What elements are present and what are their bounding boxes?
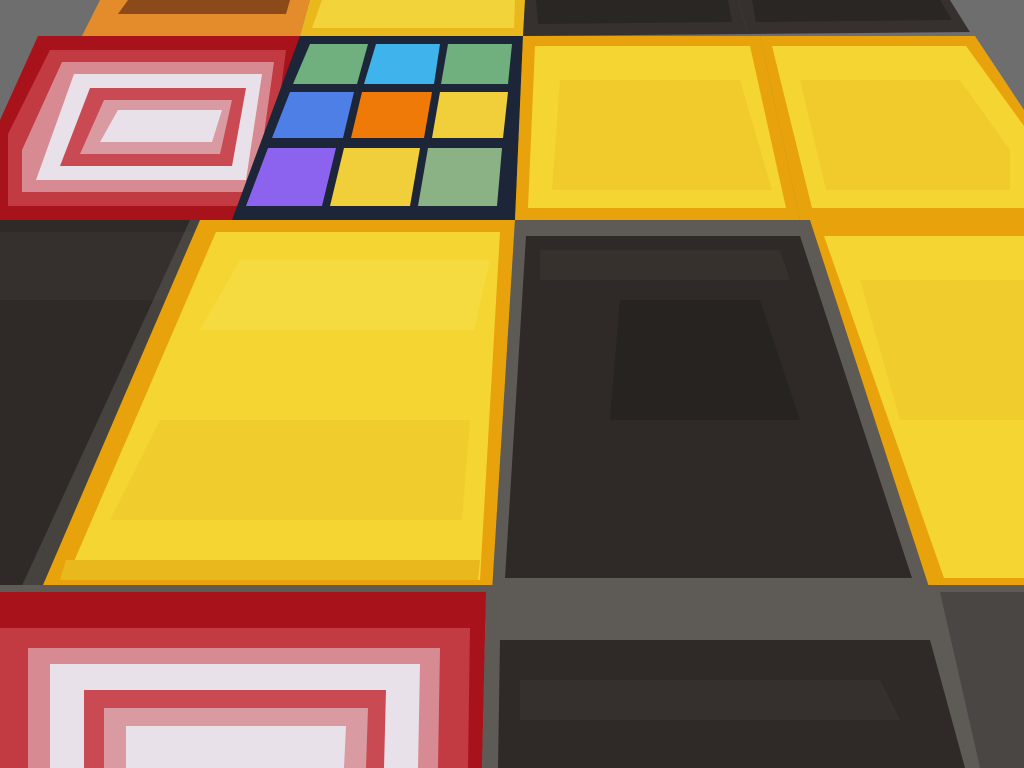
gold-block-upper-2: [760, 36, 1024, 220]
orange-block-inner: [118, 0, 290, 14]
gold-block-far-inner: [312, 0, 515, 28]
gold-block-upper-1: [515, 36, 800, 220]
red-concentric-block-lower: [0, 592, 486, 768]
row-2: [0, 36, 1024, 220]
far-edge-strip: [536, 0, 732, 24]
row-4: [0, 592, 1024, 768]
game-viewport: [0, 0, 1024, 768]
blackstone-block-near: [482, 592, 980, 768]
far-edge-strip-2: [752, 0, 952, 22]
row-3: [0, 220, 1024, 592]
